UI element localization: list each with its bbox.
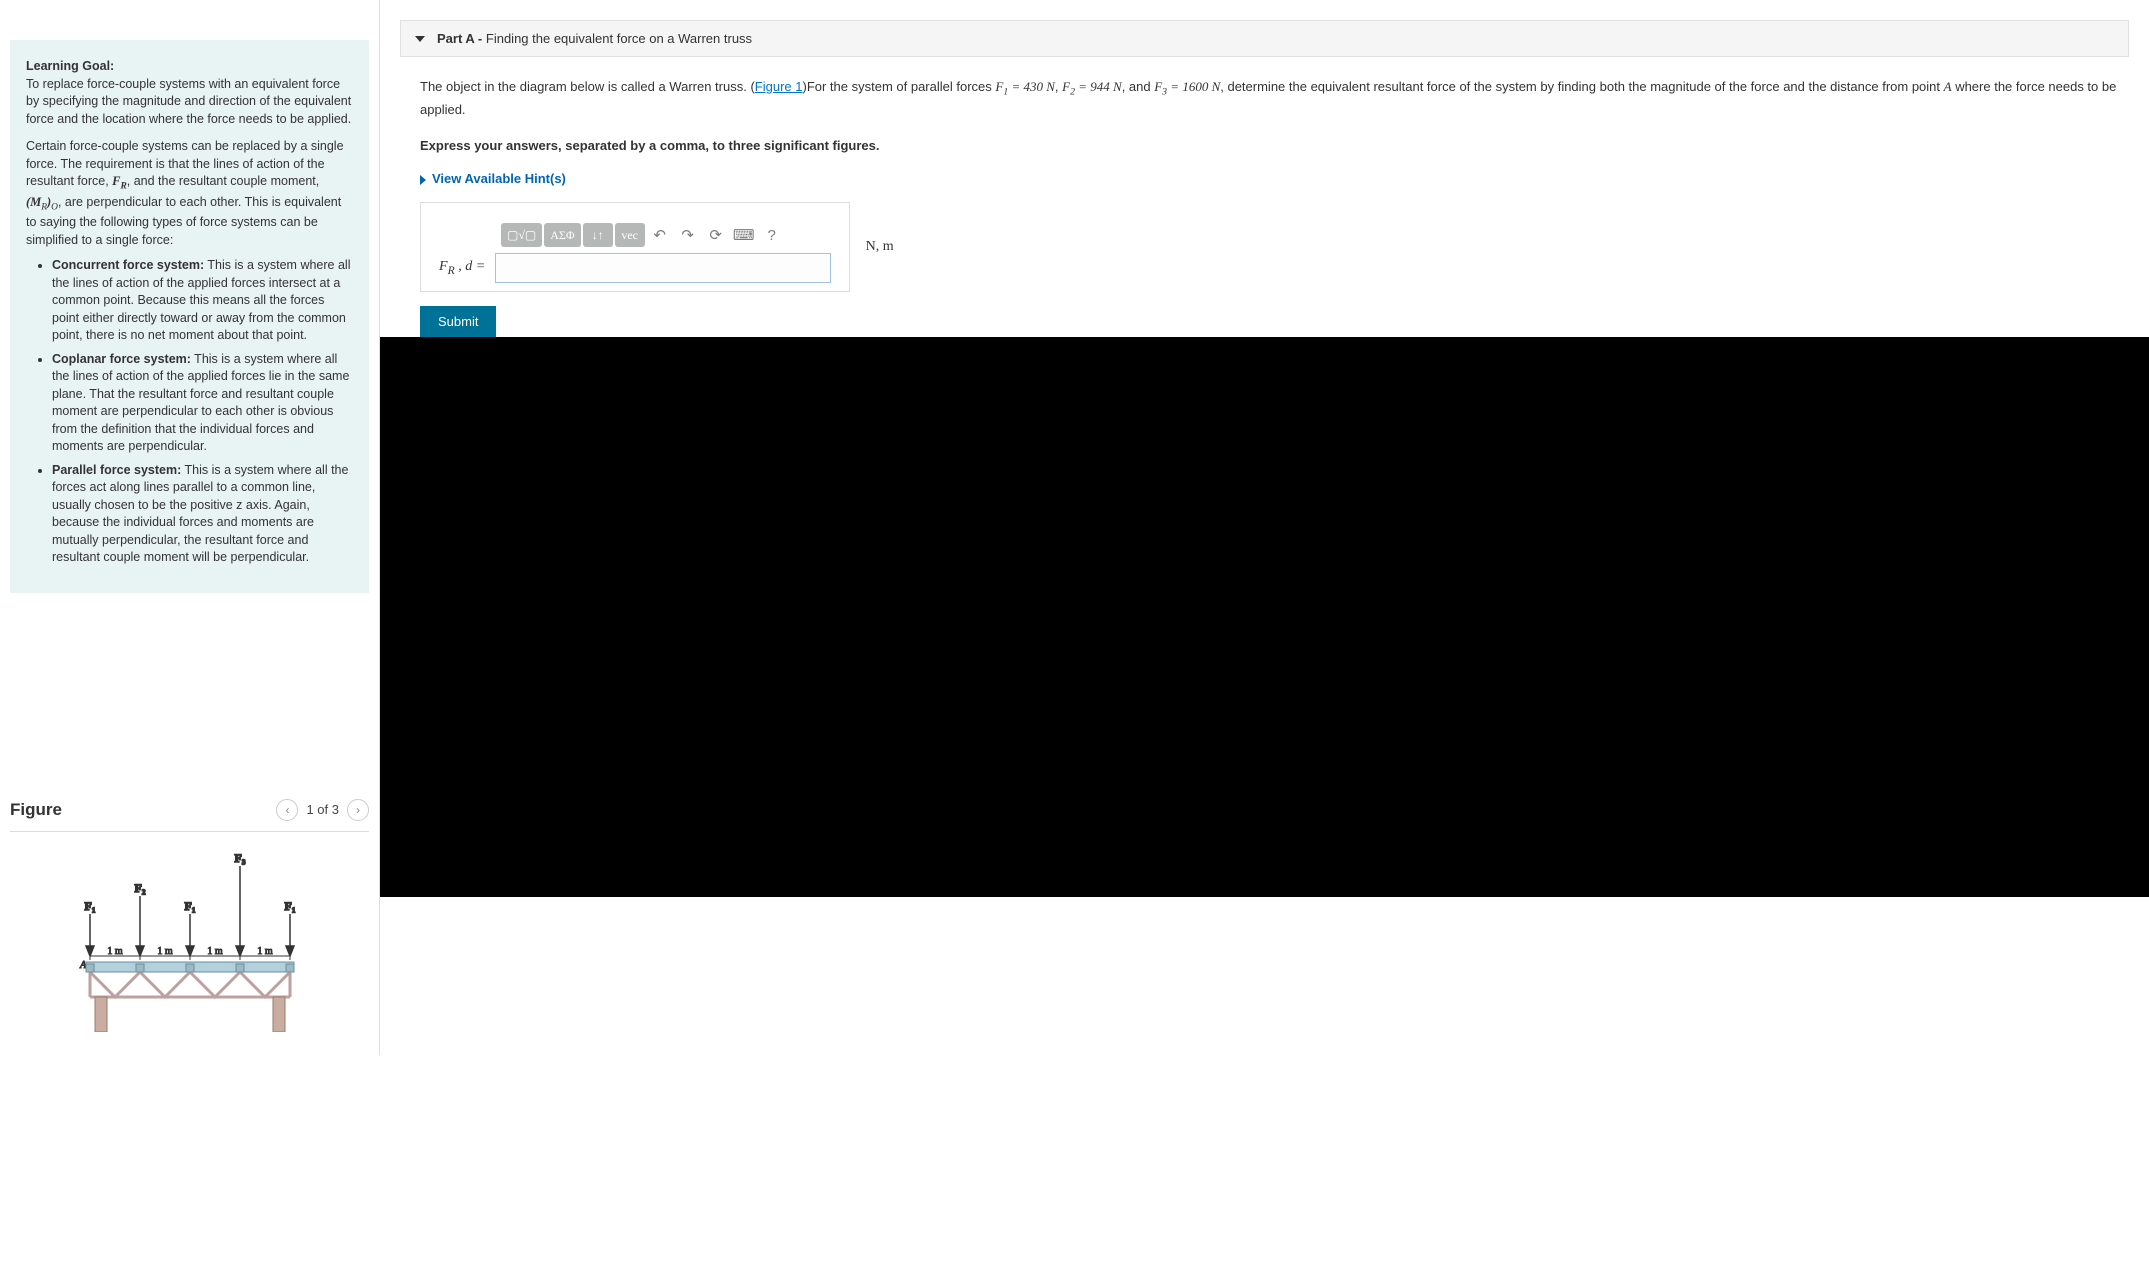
svg-text:1 m: 1 m [157,946,173,957]
reset-button[interactable]: ⟳ [703,223,729,247]
learning-goal-heading: Learning Goal: [26,59,114,73]
answer-input[interactable] [495,253,831,283]
learning-goal-panel: Learning Goal: To replace force-couple s… [10,40,369,593]
templates-button[interactable]: ▢√▢ [501,223,542,247]
value-f3: F3 = 1600 N [1154,79,1220,94]
view-hints-link[interactable]: View Available Hint(s) [432,171,566,186]
figure-header: Figure ‹ 1 of 3 › [10,793,369,832]
svg-text:1 m: 1 m [257,946,273,957]
undo-button[interactable]: ↶ [647,223,673,247]
redo-button[interactable]: ↷ [675,223,701,247]
svg-text:F₁: F₁ [184,899,195,913]
subsup-button[interactable]: ↓↑ [583,223,613,247]
chevron-right-icon [420,175,426,185]
svg-text:F₁: F₁ [84,899,95,913]
units-label: N, m [866,239,894,255]
learning-goal-para2: Certain force-couple systems can be repl… [26,138,353,249]
figure-link[interactable]: Figure 1 [755,79,803,94]
svg-text:1 m: 1 m [107,946,123,957]
figure-diagram: F₃ F₂ F₁ F₁ F₁ [40,852,340,1035]
list-item: Parallel force system: This is a system … [52,462,353,567]
list-item: Concurrent force system: This is a syste… [52,257,353,345]
value-f1: F1 = 430 N [995,79,1055,94]
submit-button[interactable]: Submit [420,306,496,337]
keyboard-button[interactable]: ⌨ [731,223,757,247]
part-a-header[interactable]: Part A - Finding the equivalent force on… [400,20,2129,57]
svg-text:F₃: F₃ [234,852,245,865]
equation-toolbar: ▢√▢ ΑΣΦ ↓↑ vec ↶ ↷ ⟳ ⌨ ? [501,223,831,247]
answer-panel: ▢√▢ ΑΣΦ ↓↑ vec ↶ ↷ ⟳ ⌨ ? FR , d = [420,202,850,292]
svg-text:1 m: 1 m [207,946,223,957]
chevron-down-icon [415,36,425,42]
obscured-region [380,337,2149,897]
learning-goal-intro: To replace force-couple systems with an … [26,77,351,126]
part-title: Part A - Finding the equivalent force on… [437,31,752,46]
help-button[interactable]: ? [759,223,785,247]
answer-variable-label: FR , d = [439,259,485,277]
force-systems-list: Concurrent force system: This is a syste… [26,257,353,567]
figure-next-button[interactable]: › [347,799,369,821]
svg-text:F₂: F₂ [134,881,145,895]
value-f2: F2 = 944 N [1062,79,1122,94]
greek-button[interactable]: ΑΣΦ [544,223,580,247]
vec-button[interactable]: vec [615,223,645,247]
svg-text:F₁: F₁ [284,899,295,913]
answer-instruction: Express your answers, separated by a com… [420,136,2129,156]
problem-prompt: The object in the diagram below is calle… [420,77,2129,120]
figure-prev-button[interactable]: ‹ [276,799,298,821]
figure-counter: 1 of 3 [306,802,339,817]
list-item: Coplanar force system: This is a system … [52,351,353,456]
figure-title: Figure [10,800,62,820]
